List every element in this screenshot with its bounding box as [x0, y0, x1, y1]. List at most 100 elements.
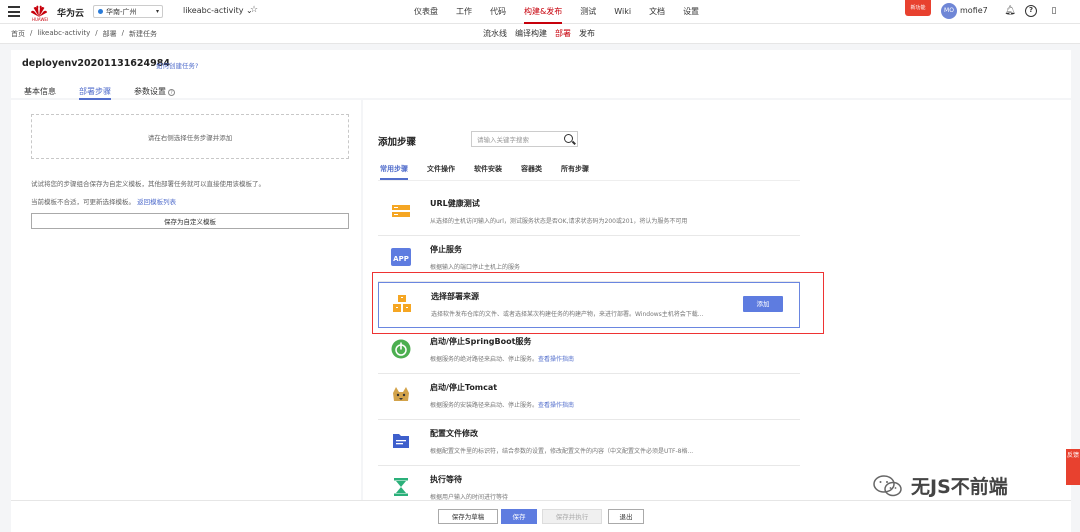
subnav-release[interactable]: 发布 [579, 28, 595, 39]
main-nav: 仪表盘 工作 代码 构建&发布 测试 Wiki 文档 设置 [414, 0, 717, 24]
guide-link[interactable]: 查看操作指南 [538, 402, 574, 409]
step-desc: 根据配置文件里的标识符，结合参数的设置，修改配置文件的内容（中文配置文件必须是U… [430, 448, 694, 455]
exit-button[interactable]: 退出 [608, 509, 644, 524]
tab-software-install[interactable]: 软件安装 [474, 164, 502, 174]
nav-work[interactable]: 工作 [456, 0, 472, 24]
divider [378, 180, 800, 181]
subnav-build[interactable]: 编译构建 [515, 28, 547, 39]
step-desc: 根据输入的端口停止主机上的服务 [430, 264, 521, 271]
location-pin-icon [98, 9, 103, 14]
step-name: 配置文件修改 [430, 429, 478, 438]
tab-containers[interactable]: 容器类 [521, 164, 542, 174]
top-navbar: HUAWEI 华为云 华南-广州 ▾ likeabc-activity ⌄ ☆ … [0, 0, 1080, 24]
tab-parameters[interactable]: 参数设置? [134, 86, 175, 98]
config-file-icon [393, 434, 409, 448]
step-item[interactable]: URL健康测试 从选择的主机访问输入的url，测试服务状态是否OK,请求状态码为… [378, 190, 800, 236]
breadcrumb-project[interactable]: likeabc-activity [37, 29, 90, 39]
subnav-deploy[interactable]: 部署 [555, 28, 571, 39]
nav-build-release[interactable]: 构建&发布 [524, 0, 563, 24]
save-and-run-button[interactable]: 保存并执行 [542, 509, 602, 524]
step-desc-text: 根据服务的安装路径来启动、停止服务。 [430, 402, 539, 409]
subnav-pipeline[interactable]: 流水线 [483, 28, 507, 39]
tab-basic-info[interactable]: 基本信息 [24, 86, 56, 98]
menu-icon[interactable] [8, 6, 20, 17]
nav-settings[interactable]: 设置 [683, 0, 699, 24]
nav-wiki[interactable]: Wiki [614, 0, 631, 24]
back-to-templates-link[interactable]: 返回模板列表 [137, 198, 176, 206]
breadcrumb-separator: / [30, 29, 33, 37]
app-icon: APP [391, 248, 411, 266]
step-desc: 从选择的主机访问输入的url，测试服务状态是否OK,请求状态码为200或201，… [430, 218, 688, 225]
step-name: 启动/停止Tomcat [430, 383, 498, 392]
breadcrumb-deploy[interactable]: 部署 [103, 29, 117, 39]
save-custom-template-button[interactable]: 保存为自定义模板 [31, 213, 349, 229]
logo-text: HUAWEI [32, 17, 49, 22]
tab-deploy-steps[interactable]: 部署步骤 [79, 86, 111, 100]
help-link[interactable]: 如何创建任务? [156, 60, 198, 70]
add-step-title: 添加步骤 [378, 137, 417, 148]
template-tip: 试试将您的步骤组合保存为自定义模板，其他部署任务就可以直接使用该模板了。 [31, 180, 265, 188]
steps-panel: 请在右侧选择任务步骤并添加 试试将您的步骤组合保存为自定义模板，其他部署任务就可… [11, 100, 361, 532]
hourglass-icon [394, 478, 408, 496]
step-item[interactable]: 启动/停止Tomcat 根据服务的安装路径来启动、停止服务。查看操作指南 [378, 374, 800, 420]
region-label: 华南-广州 [106, 7, 137, 16]
avatar[interactable]: MO [941, 3, 957, 19]
steps-dropzone[interactable]: 请在右侧选择任务步骤并添加 [31, 114, 349, 159]
feedback-tab[interactable]: 反馈 [1066, 449, 1080, 485]
guide-link[interactable]: 查看操作指南 [538, 356, 574, 363]
step-desc: 根据服务的绝对路径来启动、停止服务。查看操作指南 [430, 354, 574, 363]
breadcrumb-separator: / [95, 29, 98, 37]
username[interactable]: mofie7 [960, 6, 988, 15]
breadcrumb-separator: / [121, 29, 124, 37]
highlight-box [372, 272, 824, 334]
nav-code[interactable]: 代码 [490, 0, 506, 24]
bell-icon[interactable]: 🔔︎ [1004, 5, 1016, 17]
tab-common-steps[interactable]: 常用步骤 [380, 164, 408, 180]
step-name: 执行等待 [430, 475, 462, 484]
tab-all-steps[interactable]: 所有步骤 [561, 164, 589, 174]
task-header: deployenv20201131624984 如何创建任务? 基本信息 部署步… [11, 50, 1071, 100]
mobile-icon[interactable]: ▯ [1048, 5, 1060, 17]
task-tabs: 基本信息 部署步骤 参数设置? [24, 86, 198, 100]
watermark: 无JS不前端 [873, 472, 1008, 499]
search-icon[interactable] [564, 134, 573, 143]
region-selector[interactable]: 华南-广州 ▾ [93, 5, 163, 18]
breadcrumb-home[interactable]: 首页 [11, 29, 25, 39]
action-bar: 保存为草稿 保存 保存并执行 退出 [11, 500, 1071, 532]
step-name: URL健康测试 [430, 199, 480, 208]
nav-test[interactable]: 测试 [580, 0, 596, 24]
step-name: 停止服务 [430, 245, 462, 254]
search-placeholder: 请输入关键字搜索 [477, 136, 529, 144]
watermark-text: 无JS不前端 [911, 476, 1008, 498]
question-icon[interactable]: ? [168, 89, 175, 96]
star-icon[interactable]: ☆ [250, 5, 258, 15]
tab-parameters-label: 参数设置 [134, 87, 166, 96]
url-test-icon [392, 205, 410, 217]
new-feature-badge[interactable]: 新功能 [905, 0, 931, 16]
step-desc-text: 根据服务的绝对路径来启动、停止服务。 [430, 356, 539, 363]
breadcrumb-current: 新建任务 [129, 30, 157, 38]
brand-name[interactable]: 华为云 [57, 6, 84, 19]
save-button[interactable]: 保存 [501, 509, 537, 524]
save-draft-button[interactable]: 保存为草稿 [438, 509, 498, 524]
help-icon[interactable]: ? [1025, 5, 1037, 17]
breadcrumb: 首页 / likeabc-activity / 部署 / 新建任务 [11, 29, 162, 39]
template-hint-text: 当前模板不合适，可更新选择模板。 [31, 198, 135, 206]
nav-dashboard[interactable]: 仪表盘 [414, 0, 438, 24]
page-title: deployenv20201131624984 [22, 58, 170, 69]
step-desc: 根据服务的安装路径来启动、停止服务。查看操作指南 [430, 400, 574, 409]
chevron-down-icon: ▾ [155, 8, 159, 15]
step-search-input[interactable]: 请输入关键字搜索 [471, 131, 578, 147]
svg-text:APP: APP [393, 255, 409, 263]
step-item[interactable]: 配置文件修改 根据配置文件里的标识符，结合参数的设置，修改配置文件的内容（中文配… [378, 420, 800, 466]
tomcat-icon [393, 387, 409, 401]
sub-nav: 流水线 编译构建 部署 发布 [483, 28, 603, 39]
tab-file-ops[interactable]: 文件操作 [427, 164, 455, 174]
template-hint: 当前模板不合适，可更新选择模板。 返回模板列表 [31, 196, 176, 206]
project-selector[interactable]: likeabc-activity ⌄ [183, 6, 253, 15]
step-item[interactable]: 启动/停止SpringBoot服务 根据服务的绝对路径来启动、停止服务。查看操作… [378, 328, 800, 374]
nav-docs[interactable]: 文档 [649, 0, 665, 24]
step-name: 启动/停止SpringBoot服务 [430, 337, 532, 346]
springboot-icon [391, 339, 411, 359]
sub-navbar: 首页 / likeabc-activity / 部署 / 新建任务 流水线 编译… [0, 24, 1080, 44]
